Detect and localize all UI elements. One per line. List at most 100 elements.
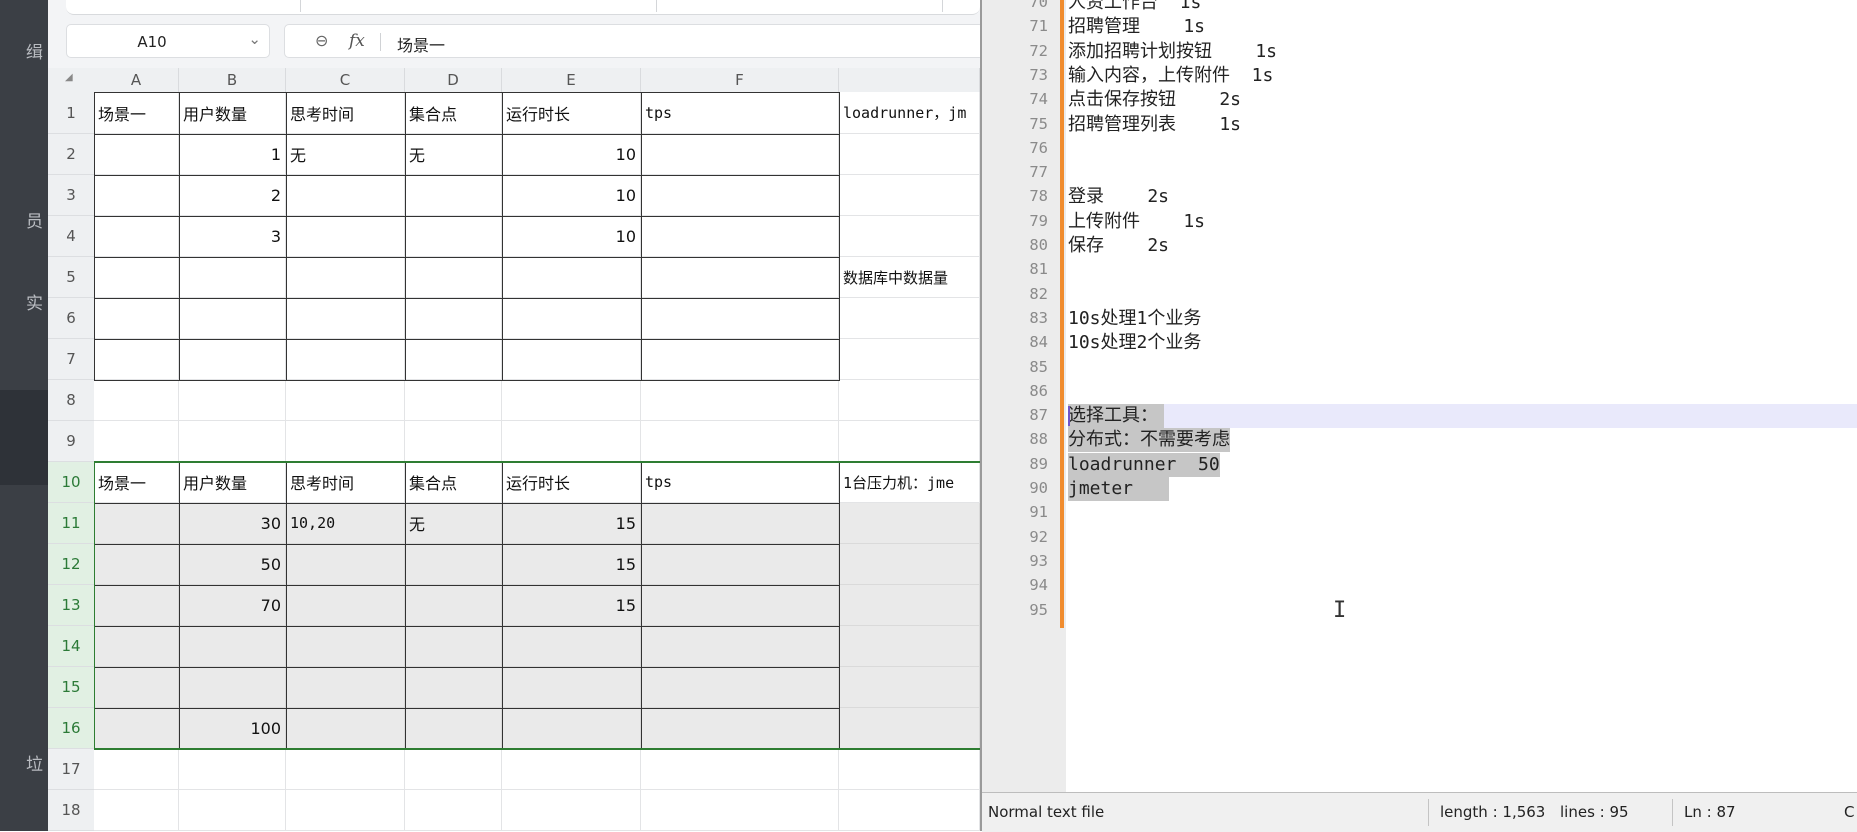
cell[interactable] <box>839 216 980 257</box>
code-line[interactable] <box>1068 501 1857 525</box>
row-header-15[interactable]: 15 <box>48 667 94 708</box>
cell[interactable] <box>502 790 641 831</box>
sidebar-fragment[interactable]: 员 <box>26 207 43 232</box>
cell[interactable] <box>405 380 502 421</box>
row-header-1[interactable]: 1 <box>48 92 94 134</box>
code-line[interactable]: 点击保存按钮 2s <box>1068 88 1857 112</box>
cell[interactable] <box>405 421 502 462</box>
code-line[interactable] <box>1068 574 1857 598</box>
cell[interactable] <box>839 298 980 339</box>
cell[interactable] <box>641 380 839 421</box>
cell[interactable] <box>839 134 980 175</box>
cell[interactable]: 数据库中数据量 <box>839 257 980 298</box>
cell[interactable] <box>839 790 980 831</box>
code-line[interactable]: 招聘管理列表 1s <box>1068 113 1857 137</box>
cell[interactable] <box>839 175 980 216</box>
cell[interactable] <box>641 749 839 790</box>
formula-bar[interactable]: ⊖ fx 场景一 <box>284 24 980 58</box>
code-line[interactable]: 招聘管理 1s <box>1068 15 1857 39</box>
row-header-6[interactable]: 6 <box>48 298 94 339</box>
cell[interactable] <box>502 749 641 790</box>
sidebar-fragment[interactable]: 缉 <box>26 38 43 63</box>
cell[interactable] <box>839 708 980 749</box>
zoom-icon[interactable]: ⊖ <box>315 31 328 50</box>
cell[interactable] <box>179 790 286 831</box>
row-header-4[interactable]: 4 <box>48 216 94 257</box>
row-header-14[interactable]: 14 <box>48 626 94 667</box>
row-header-13[interactable]: 13 <box>48 585 94 626</box>
row-header-10[interactable]: 10 <box>48 462 94 503</box>
cell-area[interactable]: 场景一 用户数量 思考时间 集合点 运行时长 tps loadrunner，jm 1 无无 10 2… <box>94 92 980 831</box>
cell[interactable] <box>502 380 641 421</box>
cell[interactable] <box>94 421 179 462</box>
code-line[interactable] <box>1068 137 1857 161</box>
cell[interactable]: 1台压力机：jme <box>839 462 980 503</box>
row-header-2[interactable]: 2 <box>48 134 94 175</box>
code-line[interactable] <box>1068 526 1857 550</box>
code-line[interactable] <box>1068 356 1857 380</box>
name-box[interactable]: A10 ⌄ <box>66 24 270 58</box>
code-line[interactable] <box>1068 380 1857 404</box>
code-line[interactable]: jmeter <box>1068 477 1857 501</box>
code-line[interactable] <box>1068 599 1857 623</box>
code-line[interactable]: 分布式：不需要考虑 <box>1068 428 1857 453</box>
code-line[interactable]: 10s处理2个业务 <box>1068 331 1857 355</box>
cell[interactable] <box>839 544 980 585</box>
row-header-7[interactable]: 7 <box>48 339 94 380</box>
fx-icon[interactable]: fx <box>349 31 365 51</box>
cell[interactable] <box>641 421 839 462</box>
row-header-18[interactable]: 18 <box>48 790 94 831</box>
row-header-8[interactable]: 8 <box>48 380 94 421</box>
code-line[interactable]: 上传附件 1s <box>1068 210 1857 234</box>
formula-content[interactable]: 场景一 <box>397 32 445 56</box>
sidebar-fragment[interactable]: 实 <box>26 289 43 314</box>
column-header-c[interactable]: C <box>286 68 405 92</box>
cell[interactable] <box>839 585 980 626</box>
row-header-11[interactable]: 11 <box>48 503 94 544</box>
cell[interactable] <box>839 667 980 708</box>
code-line[interactable]: 添加招聘计划按钮 1s <box>1068 40 1857 64</box>
row-header-5[interactable]: 5 <box>48 257 94 298</box>
cell[interactable] <box>405 749 502 790</box>
column-header-a[interactable]: A <box>94 68 179 92</box>
row-header-9[interactable]: 9 <box>48 421 94 462</box>
cell[interactable] <box>839 421 980 462</box>
cell[interactable] <box>94 790 179 831</box>
cell[interactable] <box>839 380 980 421</box>
code-line[interactable] <box>1068 161 1857 185</box>
cell[interactable] <box>839 503 980 544</box>
cell[interactable] <box>179 749 286 790</box>
cell[interactable] <box>94 749 179 790</box>
cell[interactable] <box>94 380 179 421</box>
code-line[interactable] <box>1068 550 1857 574</box>
cell[interactable] <box>839 339 980 380</box>
column-header-b[interactable]: B <box>179 68 286 92</box>
code-line[interactable]: 人资工作台 1s <box>1068 0 1857 15</box>
select-all-corner[interactable]: ◢ <box>48 68 94 92</box>
code-area[interactable]: I 人资工作台 1s 招聘管理 1s 添加招聘计划按钮 1s 输入内容，上传附件 1s… <box>1068 0 1857 792</box>
cell[interactable] <box>839 749 980 790</box>
code-line[interactable]: 10s处理1个业务 <box>1068 307 1857 331</box>
cell[interactable] <box>179 380 286 421</box>
left-sidebar-selected[interactable] <box>0 390 48 485</box>
cell[interactable] <box>286 790 405 831</box>
cell[interactable] <box>405 790 502 831</box>
row-header-12[interactable]: 12 <box>48 544 94 585</box>
cell[interactable] <box>286 380 405 421</box>
row-header-16[interactable]: 16 <box>48 708 94 749</box>
code-line[interactable]: 选择工具： <box>1068 404 1857 429</box>
code-line[interactable]: loadrunner 50 <box>1068 452 1857 477</box>
cell[interactable]: loadrunner，jm <box>839 92 980 134</box>
column-header-d[interactable]: D <box>405 68 502 92</box>
column-header-e[interactable]: E <box>502 68 641 92</box>
code-line[interactable]: 保存 2s <box>1068 234 1857 258</box>
code-line[interactable]: 输入内容，上传附件 1s <box>1068 64 1857 88</box>
cell[interactable] <box>839 626 980 667</box>
sidebar-fragment[interactable]: 垃 <box>26 750 43 775</box>
code-line[interactable] <box>1068 258 1857 282</box>
code-line[interactable] <box>1068 283 1857 307</box>
chevron-down-icon[interactable]: ⌄ <box>248 30 261 48</box>
cell[interactable] <box>286 421 405 462</box>
row-header-17[interactable]: 17 <box>48 749 94 790</box>
cell[interactable] <box>286 749 405 790</box>
